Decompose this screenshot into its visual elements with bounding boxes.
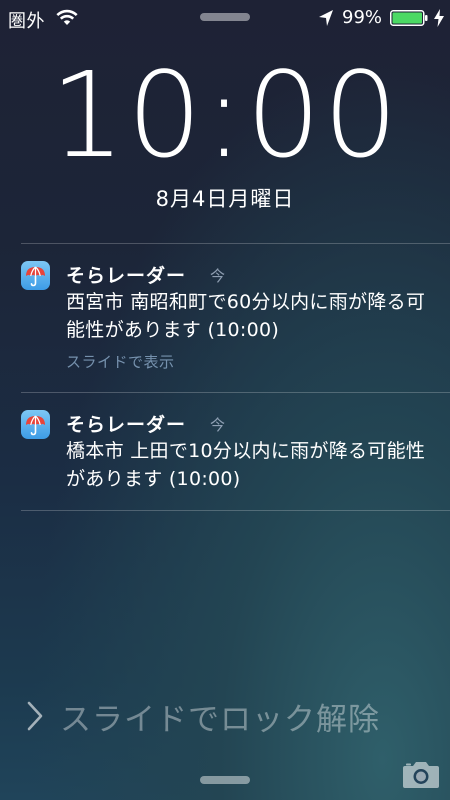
- notification-app-name: そらレーダー: [66, 414, 187, 436]
- battery-icon: [390, 10, 428, 26]
- camera-icon[interactable]: [402, 759, 440, 789]
- chevron-right-icon: [27, 701, 43, 731]
- notification-item[interactable]: そらレーダー 今 橋本市 上田で10分以内に雨が降る可能性があります (10:0…: [0, 393, 450, 510]
- lock-screen-clock: 10:00: [49, 46, 401, 184]
- notification-body: 橋本市 上田で10分以内に雨が降る可能性があります (10:00): [66, 440, 426, 490]
- charging-bolt-icon: [434, 9, 444, 27]
- umbrella-app-icon: [21, 261, 50, 290]
- battery-percentage: 99%: [342, 7, 383, 28]
- lock-screen-date: 8月4日月曜日: [155, 187, 295, 211]
- umbrella-app-icon: [21, 410, 50, 439]
- control-center-handle[interactable]: [200, 776, 250, 784]
- location-arrow-icon: [319, 10, 333, 26]
- status-bar: 圏外 99%: [0, 0, 450, 36]
- notification-divider: [21, 510, 450, 511]
- notification-center-handle[interactable]: [200, 13, 250, 21]
- notification-app-name: そらレーダー: [66, 265, 187, 287]
- notification-item[interactable]: そらレーダー 今 西宮市 南昭和町で60分以内に雨が降る可能性があります (10…: [0, 244, 450, 392]
- wifi-icon: [56, 9, 78, 25]
- slide-to-view-hint[interactable]: スライドで表示: [66, 351, 175, 372]
- notification-body: 西宮市 南昭和町で60分以内に雨が降る可能性があります (10:00): [66, 291, 426, 341]
- slide-to-unlock-label: スライドでロック解除: [60, 701, 380, 738]
- slide-to-unlock[interactable]: スライドでロック解除: [26, 694, 380, 738]
- notification-time: 今: [210, 267, 226, 285]
- notification-time: 今: [210, 416, 226, 434]
- carrier-label: 圏外: [8, 11, 45, 32]
